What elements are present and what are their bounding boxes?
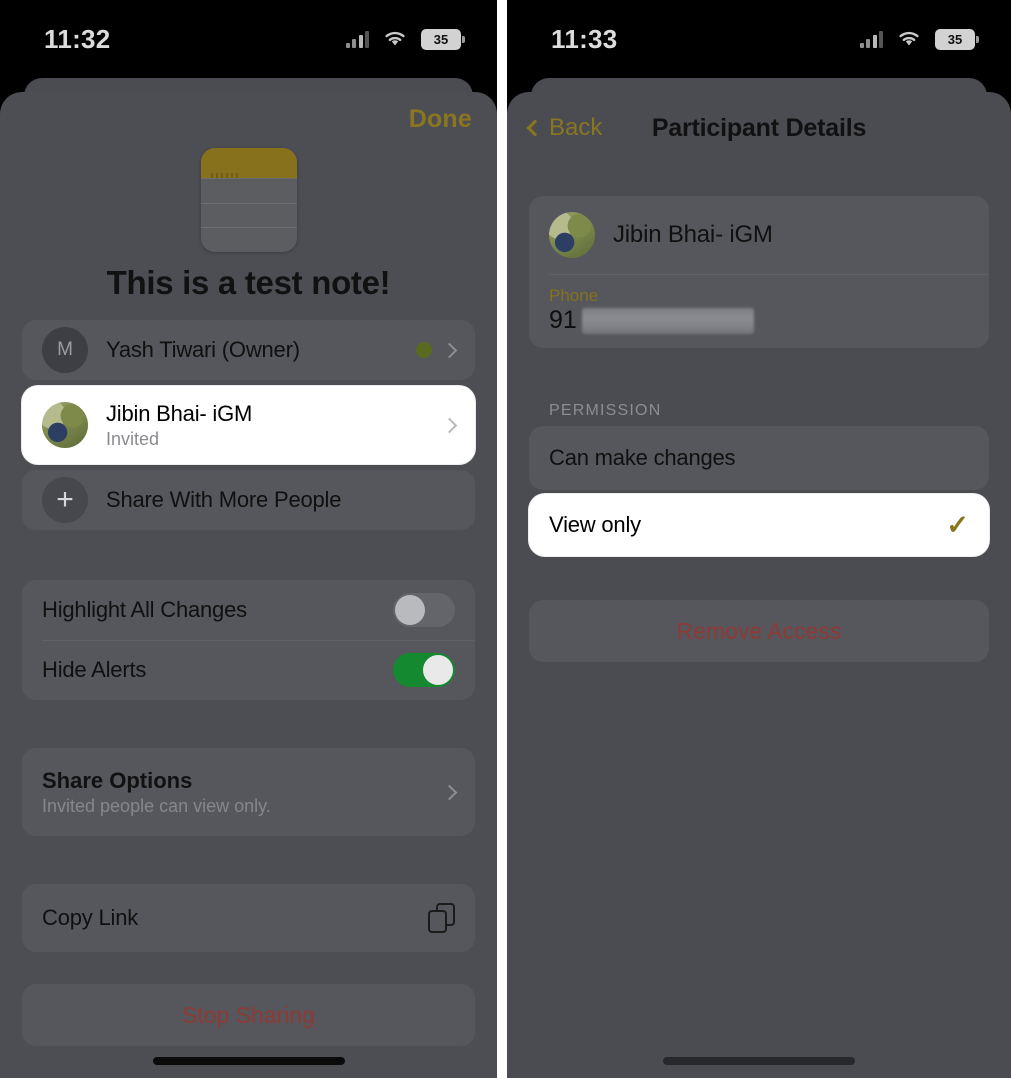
avatar	[549, 212, 595, 258]
share-more-label: Share With More People	[106, 487, 342, 512]
toggle-row-highlight-changes[interactable]: Highlight All Changes	[22, 580, 475, 640]
participant-name: Jibin Bhai- iGM	[106, 400, 253, 426]
done-button[interactable]: Done	[409, 105, 472, 134]
copy-link-row[interactable]: Copy Link	[22, 884, 475, 952]
share-sheet: Done This is a test note! M Yash Tiwari …	[0, 92, 497, 1078]
participant-row-highlight-wrap: Jibin Bhai- iGM Invited	[22, 386, 475, 464]
plus-icon: +	[42, 477, 88, 523]
permission-option-text: View only	[549, 512, 946, 538]
hide-alerts-toggle[interactable]	[393, 653, 455, 687]
share-options-row[interactable]: Share Options Invited people can view on…	[22, 748, 475, 836]
battery-icon: 35	[421, 28, 465, 50]
permission-option-highlight-wrap: View only ✓	[529, 494, 989, 556]
status-time: 11:32	[44, 23, 111, 54]
status-bar-right: 11:33 35	[507, 0, 1011, 78]
participant-name: Yash Tiwari (Owner)	[106, 337, 300, 362]
phone-field-row[interactable]: Phone 91	[529, 274, 989, 348]
sheet-container-right: Back Participant Details Jibin Bhai- iGM…	[507, 78, 1011, 1078]
status-dot-icon	[416, 342, 432, 358]
chevron-left-icon	[526, 119, 544, 137]
copy-link-label: Copy Link	[42, 905, 139, 930]
checkmark-icon: ✓	[946, 509, 969, 540]
home-indicator	[152, 1057, 345, 1065]
participant-status: Invited	[106, 428, 160, 449]
toggle-row-hide-alerts[interactable]: Hide Alerts	[22, 640, 475, 700]
share-options-subtitle: Invited people can view only.	[42, 795, 271, 816]
copy-link-card: Copy Link	[22, 884, 475, 952]
share-options-title: Share Options	[42, 767, 193, 793]
wifi-icon	[896, 30, 922, 48]
phone-country-code: 91	[549, 306, 577, 334]
participant-details-sheet: Back Participant Details Jibin Bhai- iGM…	[507, 92, 1011, 1078]
participants-card: M Yash Tiwari (Owner)	[22, 320, 475, 380]
stop-sharing-button[interactable]: Stop Sharing	[22, 984, 475, 1046]
participant-row-invited[interactable]: Jibin Bhai- iGM Invited	[22, 386, 475, 464]
home-indicator	[663, 1057, 855, 1065]
person-row: Jibin Bhai- iGM	[529, 196, 989, 274]
person-info: Jibin Bhai- iGM	[613, 221, 969, 249]
share-more-card: + Share With More People	[22, 470, 475, 530]
share-more-info: Share With More People	[106, 487, 455, 513]
battery-level-text: 35	[947, 31, 963, 47]
person-card: Jibin Bhai- iGM Phone 91	[529, 196, 989, 348]
permission-card: Can make changes	[529, 426, 989, 490]
panel-divider	[497, 0, 507, 1078]
permission-section-label: PERMISSION	[549, 402, 662, 419]
done-row: Done	[0, 92, 497, 146]
permission-option-text: Can make changes	[549, 445, 969, 471]
permission-option-can-make-changes[interactable]: Can make changes	[529, 426, 989, 490]
note-title: This is a test note!	[106, 264, 391, 301]
toggle-label-wrap: Highlight All Changes	[42, 597, 393, 623]
permission-option-label: View only	[549, 512, 641, 537]
status-bar-left: 11:32 35	[0, 0, 497, 78]
sheet-container-left: Done This is a test note! M Yash Tiwari …	[0, 78, 497, 1078]
toggle-label-wrap: Hide Alerts	[42, 657, 393, 683]
share-options-card: Share Options Invited people can view on…	[22, 748, 475, 836]
participant-info: Yash Tiwari (Owner)	[106, 337, 416, 363]
participant-info: Jibin Bhai- iGM Invited	[106, 401, 444, 450]
status-indicators: 35	[859, 28, 979, 50]
participant-row-owner[interactable]: M Yash Tiwari (Owner)	[22, 320, 475, 380]
chevron-right-icon	[441, 784, 458, 800]
avatar: M	[42, 327, 88, 373]
phone-field-value: 91	[549, 306, 969, 335]
chevron-right-icon	[441, 417, 458, 433]
chevron-right-icon	[441, 342, 458, 358]
cellular-bars-icon	[345, 30, 369, 48]
highlight-all-changes-toggle[interactable]	[393, 593, 455, 627]
permission-option-label: Can make changes	[549, 445, 736, 470]
share-with-more-people-row[interactable]: + Share With More People	[22, 470, 475, 530]
status-time: 11:33	[551, 23, 618, 54]
screenshot-stage: 11:32 35 Done This is a test note! M Yas…	[0, 0, 1011, 1078]
toggle-label: Highlight All Changes	[42, 597, 247, 622]
avatar	[42, 402, 88, 448]
cellular-bars-icon	[859, 30, 883, 48]
copy-duplicate-icon[interactable]	[428, 903, 455, 933]
phone-left-share-sheet: 11:32 35 Done This is a test note! M Yas…	[0, 0, 497, 1078]
notes-app-icon	[200, 148, 297, 252]
options-toggle-card: Highlight All Changes Hide Alerts	[22, 580, 475, 700]
share-options-text: Share Options Invited people can view on…	[42, 768, 444, 817]
status-indicators: 35	[345, 28, 465, 50]
stop-sharing-card: Stop Sharing	[22, 984, 475, 1046]
permission-option-view-only[interactable]: View only ✓	[529, 494, 989, 556]
navigation-bar: Back Participant Details	[507, 92, 1011, 164]
phone-right-participant-details: 11:33 35 Back Participant Details Jibin …	[507, 0, 1011, 1078]
copy-link-text: Copy Link	[42, 905, 428, 931]
note-header: This is a test note!	[0, 146, 497, 302]
person-name: Jibin Bhai- iGM	[613, 221, 773, 248]
phone-field-label: Phone	[549, 286, 599, 305]
wifi-icon	[382, 30, 408, 48]
back-button[interactable]: Back	[526, 114, 603, 142]
remove-access-button[interactable]: Remove Access	[529, 600, 989, 662]
battery-icon: 35	[935, 28, 979, 50]
toggle-label: Hide Alerts	[42, 657, 147, 682]
phone-number-redacted	[581, 307, 754, 334]
back-label: Back	[549, 114, 603, 141]
battery-level-text: 35	[433, 31, 449, 47]
remove-access-card: Remove Access	[529, 600, 989, 662]
